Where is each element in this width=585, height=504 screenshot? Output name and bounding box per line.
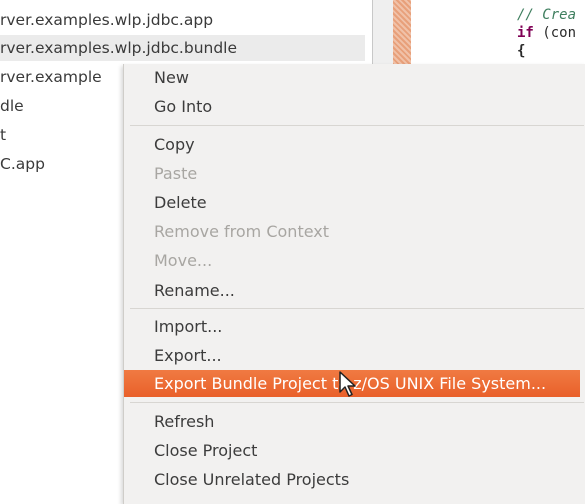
menu-item-paste[interactable]: Paste — [124, 160, 585, 187]
menu-item-close-project[interactable]: Close Project — [124, 437, 585, 464]
if-keyword: if — [517, 25, 534, 41]
if-condition: (con — [533, 25, 577, 41]
tree-item-dle[interactable]: dle — [0, 93, 24, 119]
menu-item-remove-from-context[interactable]: Remove from Context — [124, 218, 585, 245]
code-comment: // Crea — [517, 7, 577, 23]
tree-item-jdbc-app[interactable]: rver.examples.wlp.jdbc.app — [0, 7, 213, 33]
code-brace: { — [517, 43, 526, 59]
mouse-pointer-icon — [339, 371, 356, 397]
tree-item-c-app[interactable]: C.app — [0, 151, 45, 177]
menu-item-copy[interactable]: Copy — [124, 131, 585, 158]
menu-separator — [130, 125, 584, 126]
tree-item-example[interactable]: rver.example — [0, 64, 102, 90]
tree-item-jdbc-bundle[interactable]: rver.examples.wlp.jdbc.bundle — [0, 35, 365, 61]
menu-item-close-unrelated-projects[interactable]: Close Unrelated Projects — [124, 466, 585, 493]
menu-separator — [130, 402, 584, 403]
menu-item-export[interactable]: Export... — [124, 342, 585, 369]
menu-item-refresh[interactable]: Refresh — [124, 408, 585, 435]
tree-item-t[interactable]: t — [0, 122, 6, 148]
code-if-line: if (con — [517, 24, 585, 42]
menu-item-import[interactable]: Import... — [124, 313, 585, 340]
menu-item-go-into[interactable]: Go Into — [124, 93, 585, 120]
menu-item-new[interactable]: New — [124, 64, 585, 91]
menu-item-delete[interactable]: Delete — [124, 189, 585, 216]
context-menu: New Go Into Copy Paste Delete Remove fro… — [123, 64, 585, 504]
menu-item-move[interactable]: Move... — [124, 247, 585, 274]
menu-item-rename[interactable]: Rename... — [124, 277, 585, 304]
menu-separator — [130, 308, 584, 309]
